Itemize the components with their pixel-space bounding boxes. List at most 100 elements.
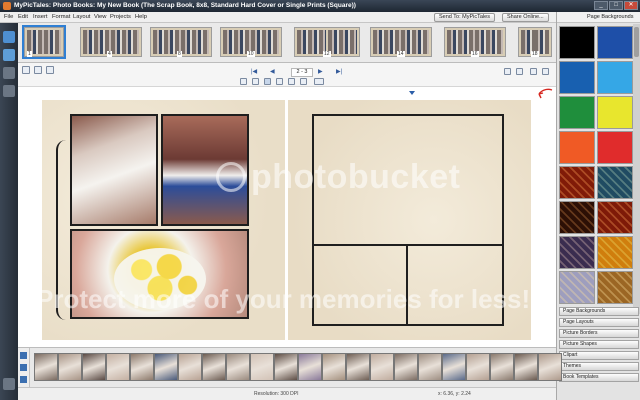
accordion-page-layouts[interactable]: Page Layouts (559, 318, 639, 327)
last-page-button[interactable]: ▶| (336, 68, 342, 75)
background-swatch[interactable] (597, 61, 633, 94)
photo-shoes-bouquet[interactable] (161, 114, 249, 226)
sort-photos-icon[interactable] (20, 376, 27, 383)
tray-photo[interactable] (418, 353, 442, 381)
spread-thumb-4[interactable]: 10 (220, 27, 282, 57)
tray-photo[interactable] (106, 353, 130, 381)
tray-photo[interactable] (394, 353, 418, 381)
copy-icon[interactable] (3, 378, 15, 390)
remove-photos-icon[interactable] (20, 364, 27, 371)
menu-file[interactable]: File (4, 14, 13, 20)
document-icon[interactable] (3, 67, 15, 79)
menu-format[interactable]: Format (52, 14, 70, 20)
tray-photo[interactable] (82, 353, 106, 381)
spread-thumb-2[interactable]: 4 (80, 27, 142, 57)
background-swatch[interactable] (559, 271, 595, 304)
tray-photo[interactable] (514, 353, 538, 381)
background-swatch[interactable] (559, 131, 595, 164)
menu-help[interactable]: Help (135, 14, 147, 20)
photo-wedding-dress[interactable] (70, 114, 158, 226)
spread-thumb-6[interactable]: 14 (370, 27, 432, 57)
photo-slot-large[interactable] (312, 114, 504, 246)
zoom-in-icon[interactable] (240, 78, 247, 85)
spread-thumb-3[interactable]: 8 (150, 27, 212, 57)
text-tool-icon[interactable] (46, 66, 54, 74)
menu-layout[interactable]: Layout (73, 14, 90, 20)
background-swatch[interactable] (597, 271, 633, 304)
photo-slot-bottom-right[interactable] (406, 244, 504, 326)
accordion-themes[interactable]: Themes (559, 362, 639, 371)
background-swatch[interactable] (559, 236, 595, 269)
tray-photo[interactable] (154, 353, 178, 381)
background-swatch[interactable] (597, 96, 633, 129)
home-icon[interactable] (3, 31, 15, 43)
tray-photo[interactable] (250, 353, 274, 381)
background-swatch[interactable] (597, 131, 633, 164)
options-dropdown-icon[interactable] (314, 78, 324, 85)
spread-thumb-7[interactable]: 16 (444, 27, 506, 57)
accordion-picture-borders[interactable]: Picture Borders (559, 329, 639, 338)
maximize-button[interactable]: □ (609, 1, 623, 10)
tray-photo[interactable] (346, 353, 370, 381)
background-swatch[interactable] (597, 166, 633, 199)
spread-thumb-5[interactable]: 12 (294, 27, 360, 57)
background-swatch[interactable] (597, 236, 633, 269)
menu-edit[interactable]: Edit (18, 14, 28, 20)
background-swatch[interactable] (559, 96, 595, 129)
tray-photo[interactable] (58, 353, 82, 381)
tray-photo[interactable] (490, 353, 514, 381)
background-swatch[interactable] (597, 201, 633, 234)
page-icon[interactable] (3, 85, 15, 97)
tray-photo[interactable] (298, 353, 322, 381)
share-online-button[interactable]: Share Online... (502, 13, 549, 22)
next-page-button[interactable]: ▶ (318, 68, 323, 75)
zoom-out-icon[interactable] (252, 78, 259, 85)
accordion-picture-shapes[interactable]: Picture Shapes (559, 340, 639, 349)
zoom-out-right-icon[interactable] (516, 68, 523, 75)
menu-insert[interactable]: Insert (33, 14, 48, 20)
send-to-mypictales-button[interactable]: Send To: MyPicTales (434, 13, 495, 22)
background-swatch[interactable] (559, 201, 595, 234)
prev-page-button[interactable]: ◀ (270, 68, 275, 75)
right-page[interactable] (288, 100, 531, 340)
tray-photo[interactable] (202, 353, 226, 381)
zoom-in-right-icon[interactable] (504, 68, 511, 75)
background-swatch[interactable] (559, 166, 595, 199)
background-swatch[interactable] (597, 26, 633, 59)
add-photos-icon[interactable] (20, 352, 27, 359)
tray-photo[interactable] (130, 353, 154, 381)
fit-page-icon[interactable] (530, 68, 537, 75)
layout-view-icon[interactable] (300, 78, 307, 85)
tray-photo[interactable] (178, 353, 202, 381)
page-indicator[interactable]: 2 - 3 (291, 68, 313, 77)
tray-photo[interactable] (274, 353, 298, 381)
tray-photo[interactable] (370, 353, 394, 381)
background-swatch[interactable] (559, 61, 595, 94)
tray-photo[interactable] (226, 353, 250, 381)
tray-photo[interactable] (538, 353, 562, 381)
background-swatch[interactable] (559, 26, 595, 59)
accordion-page-backgrounds[interactable]: Page Backgrounds (559, 307, 639, 316)
panel-scrollbar[interactable] (633, 24, 640, 314)
spread-thumb-1[interactable]: 1 (22, 25, 66, 59)
spread-thumb-8[interactable]: 18 (518, 27, 552, 57)
accordion-book-templates[interactable]: Book Templates (559, 373, 639, 382)
tray-photo[interactable] (34, 353, 58, 381)
minimize-button[interactable]: _ (594, 1, 608, 10)
left-page[interactable] (42, 100, 285, 340)
first-page-button[interactable]: |◀ (251, 68, 257, 75)
scrollbar-thumb[interactable] (634, 27, 639, 57)
spread-view-icon[interactable] (276, 78, 283, 85)
tray-photo[interactable] (442, 353, 466, 381)
menu-view[interactable]: View (94, 14, 106, 20)
select-tool-icon[interactable] (22, 66, 30, 74)
tray-photo[interactable] (466, 353, 490, 381)
close-button[interactable]: ✕ (624, 1, 638, 10)
photo-slot-bottom-left[interactable] (312, 244, 408, 326)
tray-photo[interactable] (322, 353, 346, 381)
single-page-view-icon[interactable] (264, 78, 271, 85)
fullscreen-icon[interactable] (542, 68, 549, 75)
menu-projects[interactable]: Projects (110, 14, 131, 20)
crop-tool-icon[interactable] (34, 66, 42, 74)
image-view-icon[interactable] (288, 78, 295, 85)
